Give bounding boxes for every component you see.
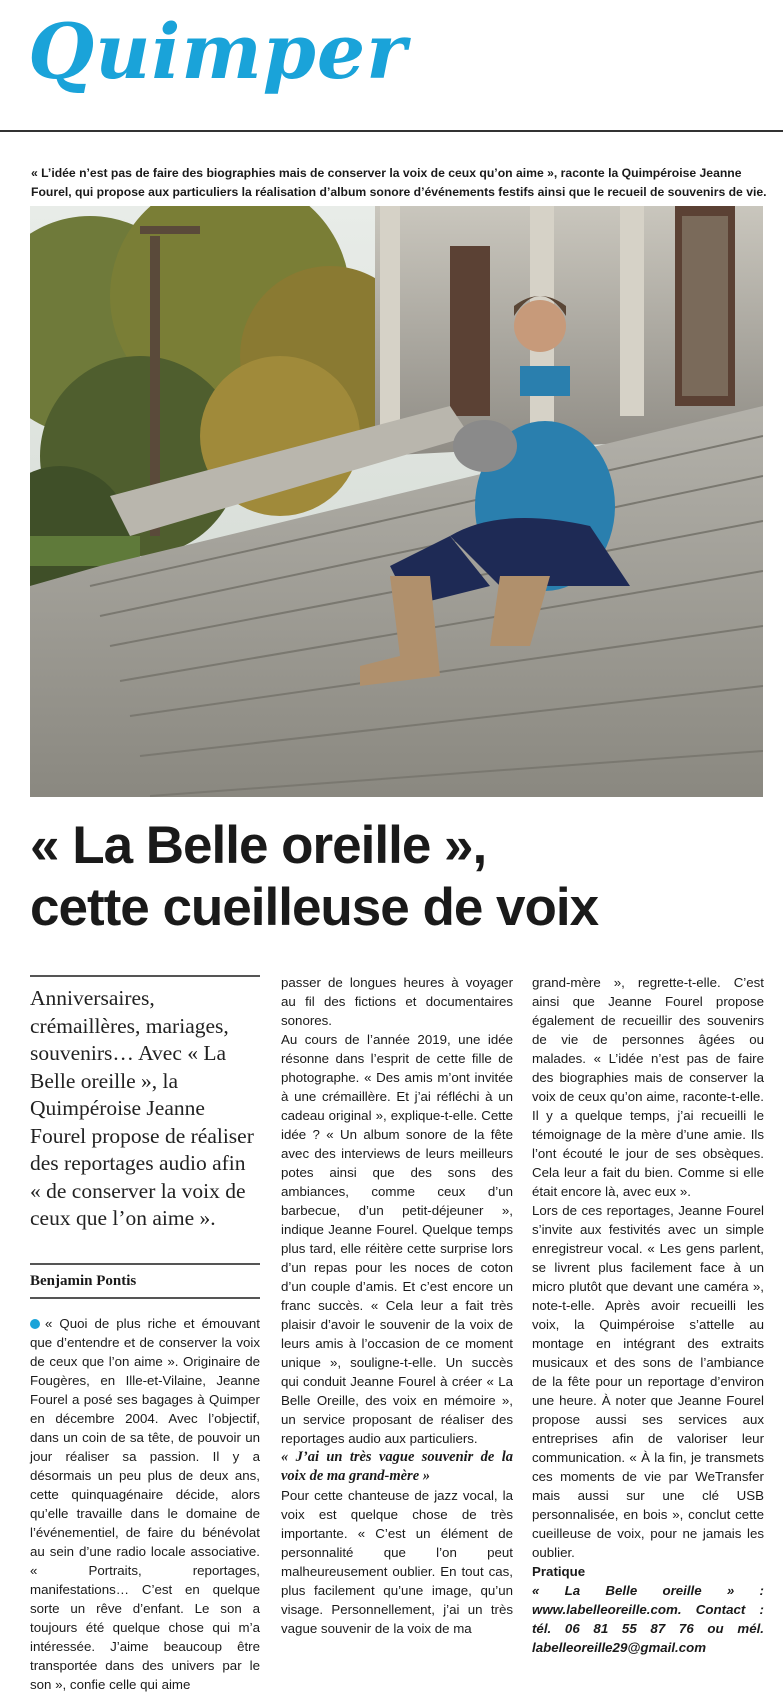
column-3-paragraph-2: Lors de ces reportages, Jeanne Fourel s’… xyxy=(532,1203,764,1560)
byline-top-rule xyxy=(30,1263,260,1265)
column-2-paragraph-2: Au cours de l’année 2019, une idée réson… xyxy=(281,1032,513,1446)
masthead-title: Quimper xyxy=(28,7,408,96)
byline-bottom-rule xyxy=(30,1297,260,1299)
column-1-text: « Quoi de plus riche et émouvant que d’e… xyxy=(30,1316,260,1692)
pratique-title: Pratique xyxy=(532,1564,586,1579)
column-2-paragraph-1: passer de longues heures à voyager au fi… xyxy=(281,975,513,1028)
article-photo xyxy=(30,206,763,797)
pratique-info: « La Belle oreille » : www.labelleoreill… xyxy=(532,1583,764,1655)
column-2: passer de longues heures à voyager au fi… xyxy=(281,973,513,1638)
byline: Benjamin Pontis xyxy=(30,1273,137,1289)
column-2-paragraph-3: Pour cette chanteuse de jazz vocal, la v… xyxy=(281,1488,513,1636)
column-2-subhead: « J’ai un très vague souvenir de la voix… xyxy=(281,1449,513,1484)
intro-caption: « L’idée n’est pas de faire des biograph… xyxy=(31,166,767,199)
column-1: « Quoi de plus riche et émouvant que d’e… xyxy=(30,1314,260,1694)
headline-line-2: cette cueilleuse de voix xyxy=(30,878,599,937)
masthead-divider xyxy=(0,130,783,132)
column-3: grand-mère », regrette-t-elle. C’est ain… xyxy=(532,973,764,1657)
lede-top-rule xyxy=(30,975,260,977)
column-3-paragraph-1: grand-mère », regrette-t-elle. C’est ain… xyxy=(532,975,764,1199)
photo-illustration xyxy=(30,206,763,797)
headline-line-1: « La Belle oreille », xyxy=(30,816,487,875)
article-headline: « La Belle oreille », cette cueilleuse d… xyxy=(30,815,770,939)
bullet-dot-icon xyxy=(30,1319,40,1329)
article-lede: Anniversaires, crémaillères, mariages, s… xyxy=(30,986,254,1230)
